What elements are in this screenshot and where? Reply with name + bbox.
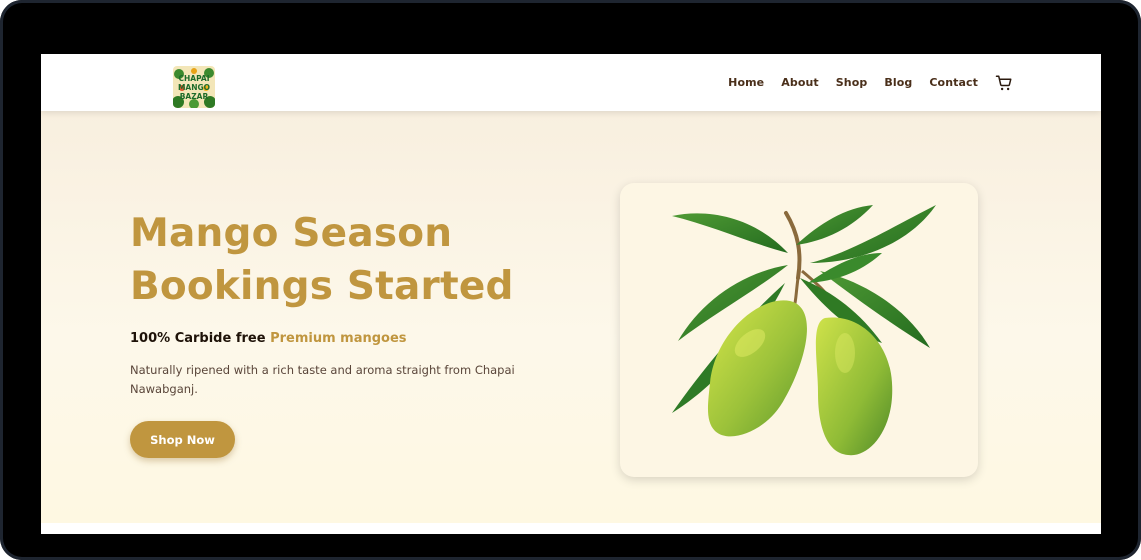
main-nav: Home About Shop Blog Contact (711, 54, 1013, 111)
next-section-edge (41, 523, 1101, 534)
shop-now-button[interactable]: Shop Now (130, 421, 235, 458)
logo-image: CHAPAI MANGO BAZAR (173, 66, 215, 108)
svg-text:CHAPAI: CHAPAI (179, 74, 210, 83)
hero-subtitle-accent: Premium mangoes (270, 331, 407, 346)
svg-text:MANGO: MANGO (178, 83, 210, 92)
svg-text:BAZAR: BAZAR (180, 92, 209, 101)
hero-section: Mango Season Bookings Started 100% Carbi… (41, 111, 1101, 523)
navbar: CHAPAI MANGO BAZAR Home About Shop Blog … (41, 54, 1101, 111)
brand-logo[interactable]: CHAPAI MANGO BAZAR (173, 66, 215, 108)
hero-image-card (620, 183, 978, 477)
cart-icon[interactable] (995, 74, 1013, 92)
nav-blog-link[interactable]: Blog (884, 76, 912, 89)
hero-title: Mango Season Bookings Started (130, 211, 514, 309)
hero-subtitle: 100% Carbide free Premium mangoes (130, 331, 407, 346)
nav-contact-link[interactable]: Contact (929, 76, 978, 89)
nav-home-link[interactable]: Home (728, 76, 764, 89)
hero-description: Naturally ripened with a rich taste and … (130, 363, 515, 396)
nav-about-link[interactable]: About (781, 76, 819, 89)
browser-viewport: CHAPAI MANGO BAZAR Home About Shop Blog … (41, 54, 1101, 534)
hero-subtitle-prefix: 100% Carbide free (130, 331, 266, 346)
nav-shop-link[interactable]: Shop (836, 76, 868, 89)
mango-image (672, 205, 936, 456)
